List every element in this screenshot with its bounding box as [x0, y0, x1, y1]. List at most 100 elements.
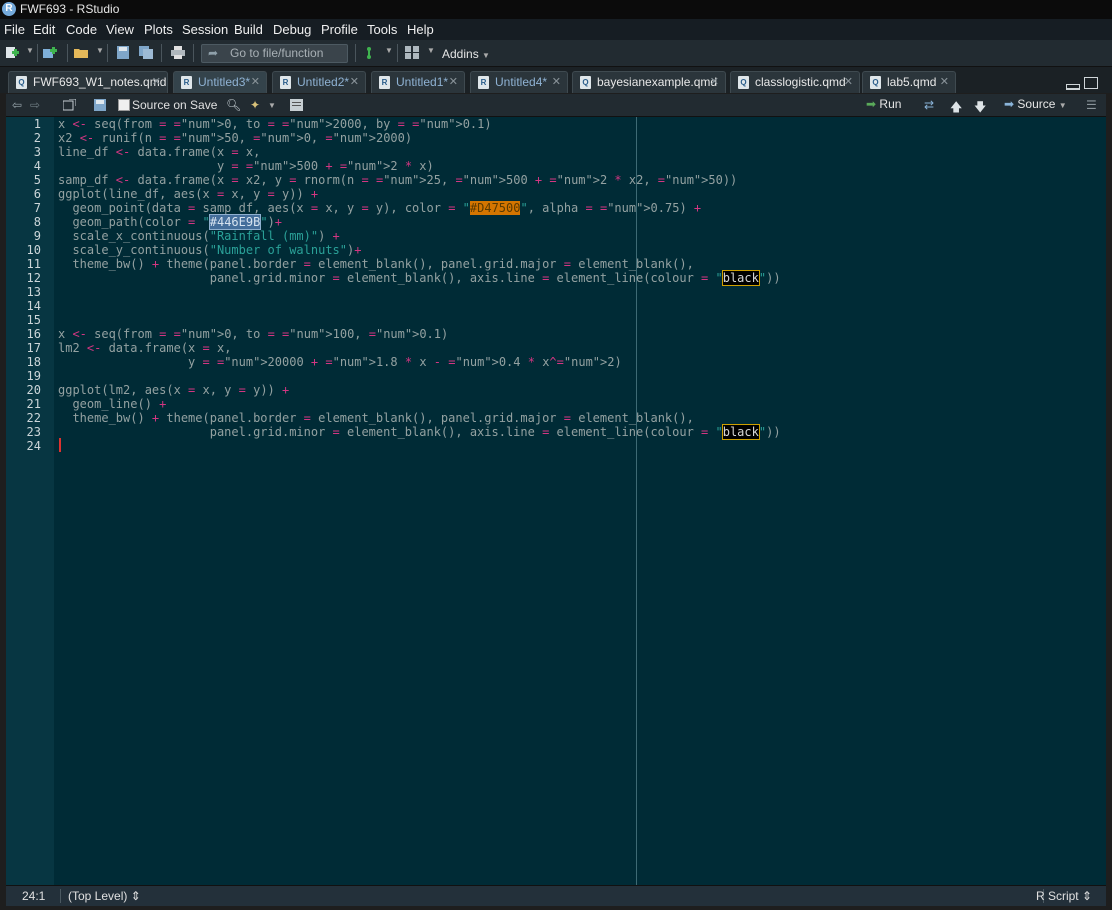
- line-number: 6: [33, 187, 41, 201]
- close-tab-icon[interactable]: ✕: [449, 72, 458, 93]
- menu-tools[interactable]: Tools: [367, 19, 397, 40]
- toolbar-separator: [193, 44, 194, 62]
- menu-file[interactable]: File: [4, 19, 25, 40]
- qmd-file-icon: Q: [738, 76, 749, 89]
- code-line[interactable]: samp_df <- data.frame(x = x2, y = rnorm(…: [58, 173, 737, 187]
- new-file-icon[interactable]: [5, 46, 19, 59]
- forward-icon[interactable]: ⇨: [30, 98, 40, 112]
- tab-fwf693-notes[interactable]: Q FWF693_W1_notes.qmd ✕: [8, 71, 168, 93]
- tab-label: Untitled2*: [297, 75, 350, 89]
- menu-help[interactable]: Help: [407, 19, 434, 40]
- window-title: FWF693 - RStudio: [20, 2, 120, 16]
- find-replace-icon[interactable]: 🔍︎: [226, 98, 241, 112]
- code-line[interactable]: ggplot(line_df, aes(x = x, y = y)) +: [58, 187, 318, 201]
- menu-plots[interactable]: Plots: [144, 19, 173, 40]
- version-control-icon[interactable]: [365, 46, 379, 59]
- new-project-icon[interactable]: [43, 46, 57, 59]
- checkbox-box[interactable]: [118, 99, 130, 111]
- code-line[interactable]: geom_point(data = samp_df, aes(x = x, y …: [58, 201, 701, 215]
- line-number: 12: [26, 271, 41, 285]
- addins-label: Addins: [442, 47, 479, 61]
- code-line[interactable]: panel.grid.minor = element_blank(), axis…: [58, 424, 781, 440]
- cursor-position: 24:1: [22, 889, 46, 903]
- tab-classlogistic[interactable]: Q classlogistic.qmd ✕: [730, 71, 860, 93]
- back-icon[interactable]: ⇦: [12, 98, 22, 112]
- code-line[interactable]: scale_y_continuous("Number of walnuts")+: [58, 243, 361, 257]
- print-icon[interactable]: [171, 46, 185, 59]
- code-line[interactable]: geom_line() +: [58, 397, 166, 411]
- source-button[interactable]: ➡ Source ▼: [1004, 97, 1067, 111]
- tab-untitled1[interactable]: R Untitled1* ✕: [371, 71, 465, 93]
- code-line[interactable]: x <- seq(from = ="num">0, to = ="num">20…: [58, 117, 492, 131]
- r-script-file-icon: R: [478, 76, 489, 89]
- code-line[interactable]: line_df <- data.frame(x = x,: [58, 145, 260, 159]
- save-all-icon[interactable]: [139, 46, 153, 59]
- line-number: 20: [26, 383, 41, 397]
- code-line[interactable]: x2 <- runif(n = ="num">50, ="num">0, ="n…: [58, 131, 412, 145]
- addins-menu[interactable]: Addins ▼: [442, 47, 490, 61]
- show-in-window-icon[interactable]: [63, 99, 76, 111]
- layout-dropdown-icon[interactable]: ▼: [427, 46, 435, 55]
- tab-lab5[interactable]: Q lab5.qmd ✕: [862, 71, 956, 93]
- source-label: Source: [1017, 97, 1056, 111]
- code-line[interactable]: scale_x_continuous("Rainfall (mm)") +: [58, 229, 339, 243]
- code-line[interactable]: ggplot(lm2, aes(x = x, y = y)) +: [58, 383, 289, 397]
- menu-build[interactable]: Build: [234, 19, 263, 40]
- code-tools-dropdown-icon[interactable]: ▼: [268, 101, 276, 110]
- tab-label: lab5.qmd: [887, 75, 937, 89]
- open-folder-icon[interactable]: [74, 46, 88, 59]
- toolbar-separator: [355, 44, 356, 62]
- rerun-icon[interactable]: ⇄: [924, 98, 934, 112]
- tab-label: Untitled3*: [198, 75, 251, 89]
- code-line[interactable]: panel.grid.minor = element_blank(), axis…: [58, 270, 781, 286]
- close-tab-icon[interactable]: ✕: [152, 72, 161, 93]
- code-line[interactable]: theme_bw() + theme(panel.border = elemen…: [58, 411, 693, 425]
- document-outline-icon[interactable]: ☰: [1086, 98, 1097, 112]
- menu-view[interactable]: View: [106, 19, 134, 40]
- menu-edit[interactable]: Edit: [33, 19, 55, 40]
- code-line[interactable]: y = ="num">500 + ="num">2 * x): [58, 159, 434, 173]
- new-file-dropdown-icon[interactable]: ▼: [26, 46, 34, 55]
- code-line[interactable]: theme_bw() + theme(panel.border = elemen…: [58, 257, 693, 271]
- close-tab-icon[interactable]: ✕: [350, 72, 359, 93]
- line-number: 4: [33, 159, 41, 173]
- vcs-dropdown-icon[interactable]: ▼: [385, 46, 393, 55]
- code-line[interactable]: x <- seq(from = ="num">0, to = ="num">10…: [58, 327, 448, 341]
- editor-save-icon[interactable]: [94, 99, 106, 111]
- close-tab-icon[interactable]: ✕: [710, 72, 719, 93]
- tab-untitled3[interactable]: R Untitled3* ✕: [173, 71, 267, 93]
- menu-code[interactable]: Code: [66, 19, 97, 40]
- tab-untitled2[interactable]: R Untitled2* ✕: [272, 71, 366, 93]
- menu-debug[interactable]: Debug: [273, 19, 311, 40]
- close-tab-icon[interactable]: ✕: [552, 72, 561, 93]
- go-down-icon[interactable]: 🡇: [974, 98, 986, 119]
- code-tools-wand-icon[interactable]: ✦: [250, 98, 260, 112]
- close-tab-icon[interactable]: ✕: [940, 72, 949, 93]
- editor-status-bar: 24:1 (Top Level) ⇕ R Script ⇕: [6, 885, 1106, 906]
- line-number: 9: [33, 229, 41, 243]
- line-number: 21: [26, 397, 41, 411]
- tab-untitled4[interactable]: R Untitled4* ✕: [470, 71, 568, 93]
- save-icon[interactable]: [116, 46, 130, 59]
- code-line[interactable]: geom_path(color = "#446E9B")+: [58, 214, 282, 230]
- goto-file-function-input[interactable]: ➦ Go to file/function: [201, 44, 348, 63]
- pane-layout-icon[interactable]: [405, 46, 419, 59]
- source-dropdown-icon[interactable]: ▼: [1059, 101, 1067, 110]
- code-editor[interactable]: 1 2 3 4 5 6 7 8 9 10 11 12 13 14 15 16 17 18 19 20 21 22 23 24 …: [6, 117, 1106, 885]
- compile-report-icon[interactable]: [290, 99, 303, 111]
- file-type-selector[interactable]: R Script ⇕: [1036, 886, 1092, 906]
- close-tab-icon[interactable]: ✕: [844, 72, 853, 93]
- code-line[interactable]: lm2 <- data.frame(x = x,: [58, 341, 231, 355]
- go-up-icon[interactable]: 🡅: [950, 98, 962, 119]
- open-dropdown-icon[interactable]: ▼: [96, 46, 104, 55]
- maximize-pane-icon[interactable]: [1084, 77, 1098, 89]
- run-button[interactable]: ➡ Run: [866, 97, 901, 111]
- line-number: 17: [26, 341, 41, 355]
- minimize-pane-icon[interactable]: [1066, 84, 1080, 90]
- menu-profile[interactable]: Profile: [321, 19, 358, 40]
- code-line[interactable]: y = ="num">20000 + ="num">1.8 * x - ="nu…: [58, 355, 622, 369]
- menu-session[interactable]: Session: [182, 19, 228, 40]
- close-tab-icon[interactable]: ✕: [251, 72, 260, 93]
- scope-selector[interactable]: (Top Level) ⇕: [68, 886, 141, 906]
- tab-bayesianexample[interactable]: Q bayesianexample.qmd ✕: [572, 71, 726, 93]
